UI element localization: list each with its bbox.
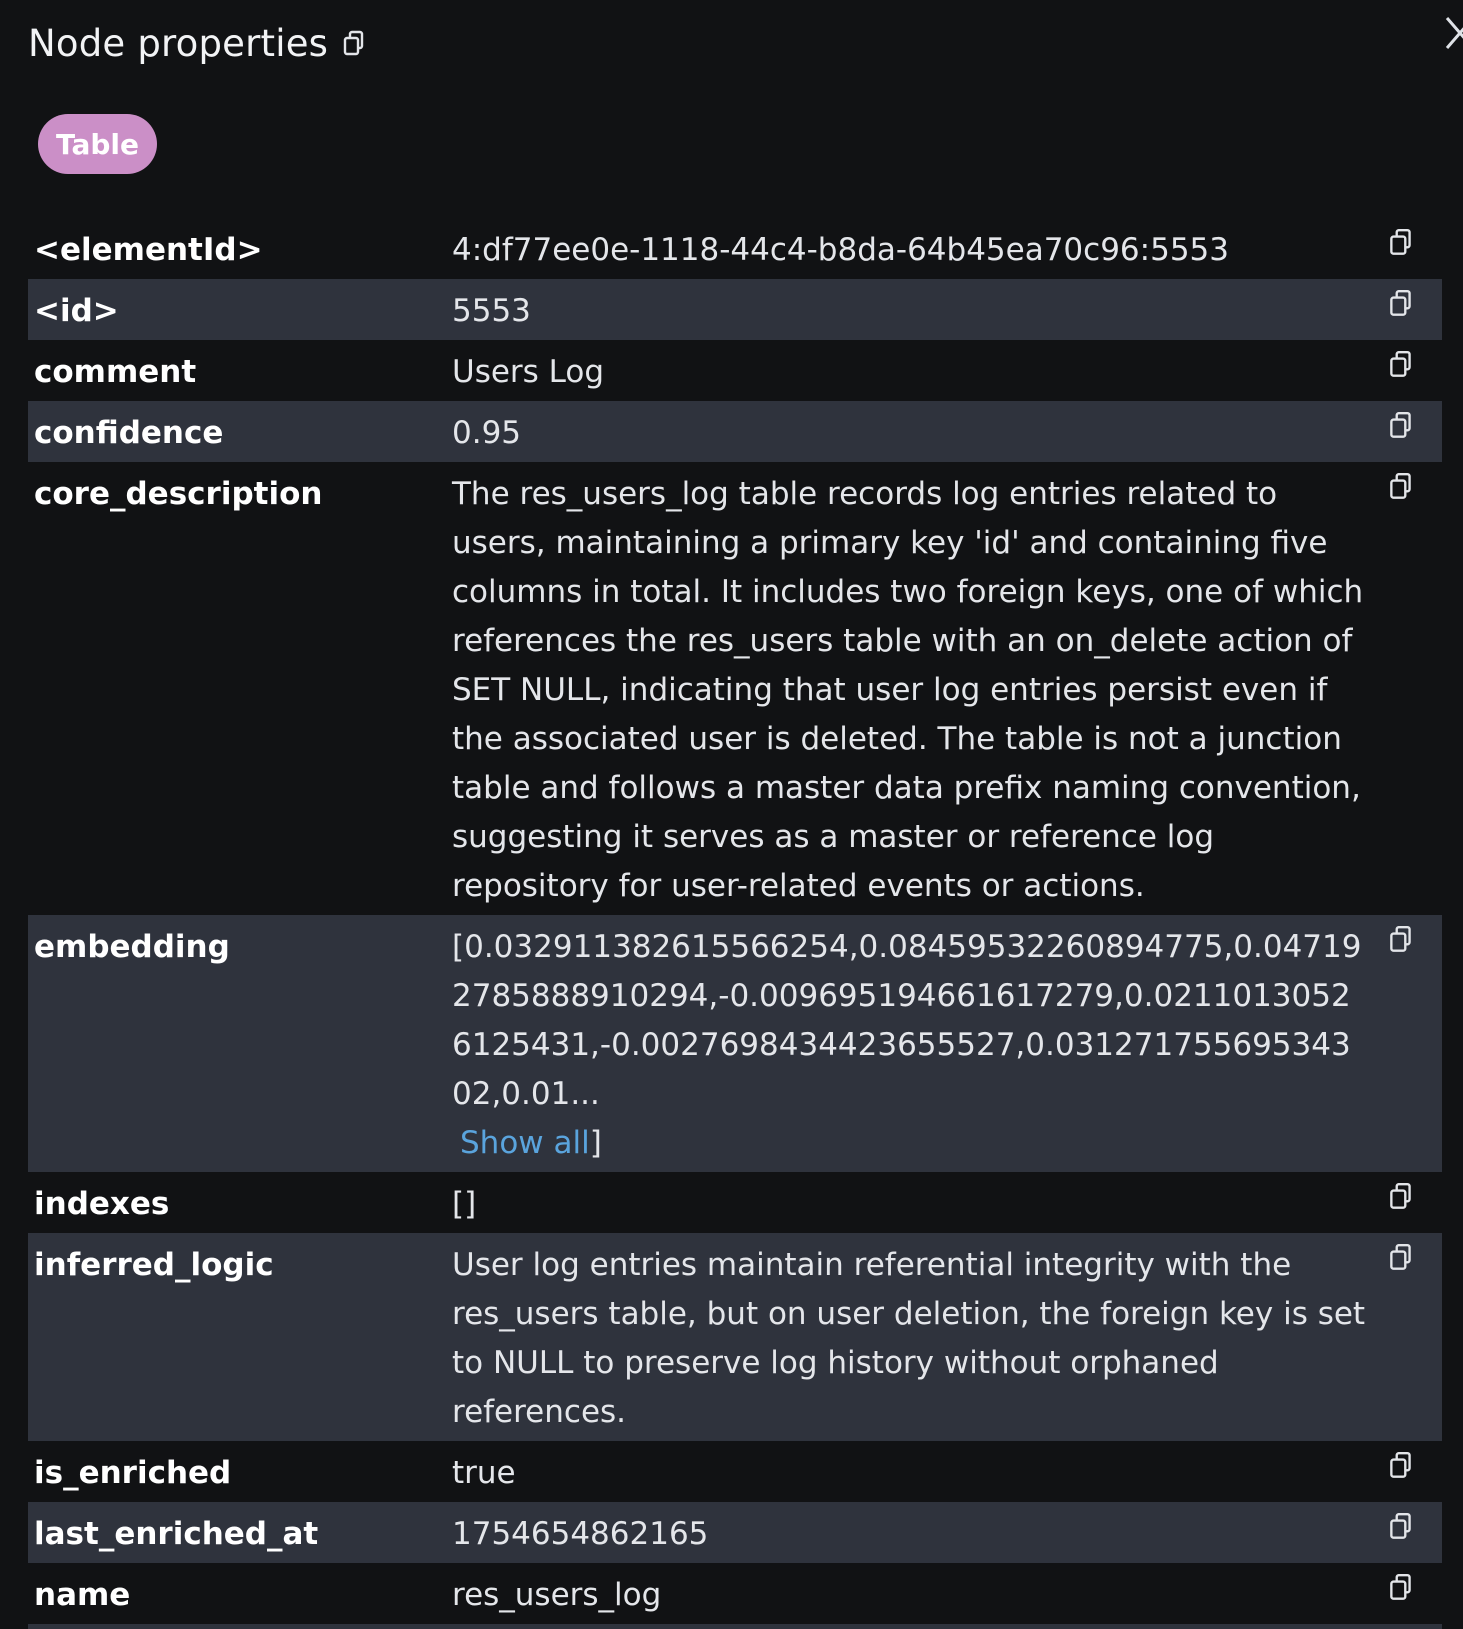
property-value: The res_users_log table records log entr… bbox=[452, 476, 1364, 904]
property-value-text: [0.032911382615566254,0.0845953226089477… bbox=[452, 929, 1362, 1112]
property-value: true bbox=[452, 1455, 516, 1491]
copy-icon[interactable] bbox=[1386, 409, 1416, 443]
property-row: is_enriched true bbox=[28, 1441, 1442, 1502]
property-value: User log entries maintain referential in… bbox=[452, 1247, 1366, 1430]
property-row: last_enriched_at 1754654862165 bbox=[28, 1502, 1442, 1563]
copy-icon[interactable] bbox=[342, 30, 366, 58]
copy-icon[interactable] bbox=[1386, 287, 1416, 321]
property-row: embedding [0.032911382615566254,0.0845953… bbox=[28, 915, 1442, 1172]
closing-bracket: ] bbox=[589, 1125, 602, 1161]
property-value: res_users_log bbox=[452, 1577, 662, 1613]
property-key: embedding bbox=[34, 929, 230, 965]
label-badge-table[interactable]: Table bbox=[38, 114, 158, 174]
copy-icon[interactable] bbox=[1386, 1180, 1416, 1214]
properties-table: <elementId> 4:df77ee0e-1118-44c4-b8da-64b… bbox=[28, 218, 1442, 1629]
copy-icon[interactable] bbox=[1386, 348, 1416, 382]
close-icon[interactable] bbox=[1437, 14, 1463, 54]
property-value: 5553 bbox=[452, 293, 531, 329]
property-key: confidence bbox=[34, 415, 224, 451]
property-value: Users Log bbox=[452, 354, 605, 390]
show-all-link[interactable]: Show all bbox=[460, 1125, 590, 1161]
copy-icon[interactable] bbox=[1386, 1510, 1416, 1544]
property-key: indexes bbox=[34, 1186, 170, 1222]
copy-icon[interactable] bbox=[1386, 226, 1416, 260]
property-key: <id> bbox=[34, 293, 119, 329]
property-value: 4:df77ee0e-1118-44c4-b8da-64b45ea70c96:5… bbox=[452, 232, 1229, 268]
property-row: name res_users_log bbox=[28, 1563, 1442, 1624]
property-key: inferred_logic bbox=[34, 1247, 274, 1283]
copy-icon[interactable] bbox=[1386, 470, 1416, 504]
panel-title: Node properties bbox=[28, 22, 329, 65]
property-row: confidence 0.95 bbox=[28, 401, 1442, 462]
property-key: <elementId> bbox=[34, 232, 263, 268]
copy-icon[interactable] bbox=[1386, 1449, 1416, 1483]
property-key: comment bbox=[34, 354, 197, 390]
property-key: name bbox=[34, 1577, 131, 1613]
copy-icon[interactable] bbox=[1386, 1571, 1416, 1605]
property-key: last_enriched_at bbox=[34, 1516, 319, 1552]
property-row: core_description The res_users_log table … bbox=[28, 462, 1442, 915]
property-row: indexes [] bbox=[28, 1172, 1442, 1233]
property-row: comment Users Log bbox=[28, 340, 1442, 401]
node-properties-panel: Node properties Table <elementId> 4:df77e… bbox=[0, 0, 1463, 1629]
copy-icon[interactable] bbox=[1386, 1241, 1416, 1275]
property-row: <id> 5553 bbox=[28, 279, 1442, 340]
property-key: is_enriched bbox=[34, 1455, 232, 1491]
copy-icon[interactable] bbox=[1386, 923, 1416, 957]
property-value: 1754654862165 bbox=[452, 1516, 709, 1552]
property-row: primary_key[id] bbox=[28, 1624, 1442, 1629]
property-value: 0.95 bbox=[452, 415, 522, 451]
property-value: [] bbox=[452, 1186, 477, 1222]
property-key: core_description bbox=[34, 476, 323, 512]
property-value: [0.032911382615566254,0.0845953226089477… bbox=[452, 923, 1367, 1168]
panel-header: Node properties bbox=[28, 22, 366, 65]
property-row: <elementId> 4:df77ee0e-1118-44c4-b8da-64b… bbox=[28, 218, 1442, 279]
property-row: inferred_logic User log entries maintain … bbox=[28, 1233, 1442, 1441]
